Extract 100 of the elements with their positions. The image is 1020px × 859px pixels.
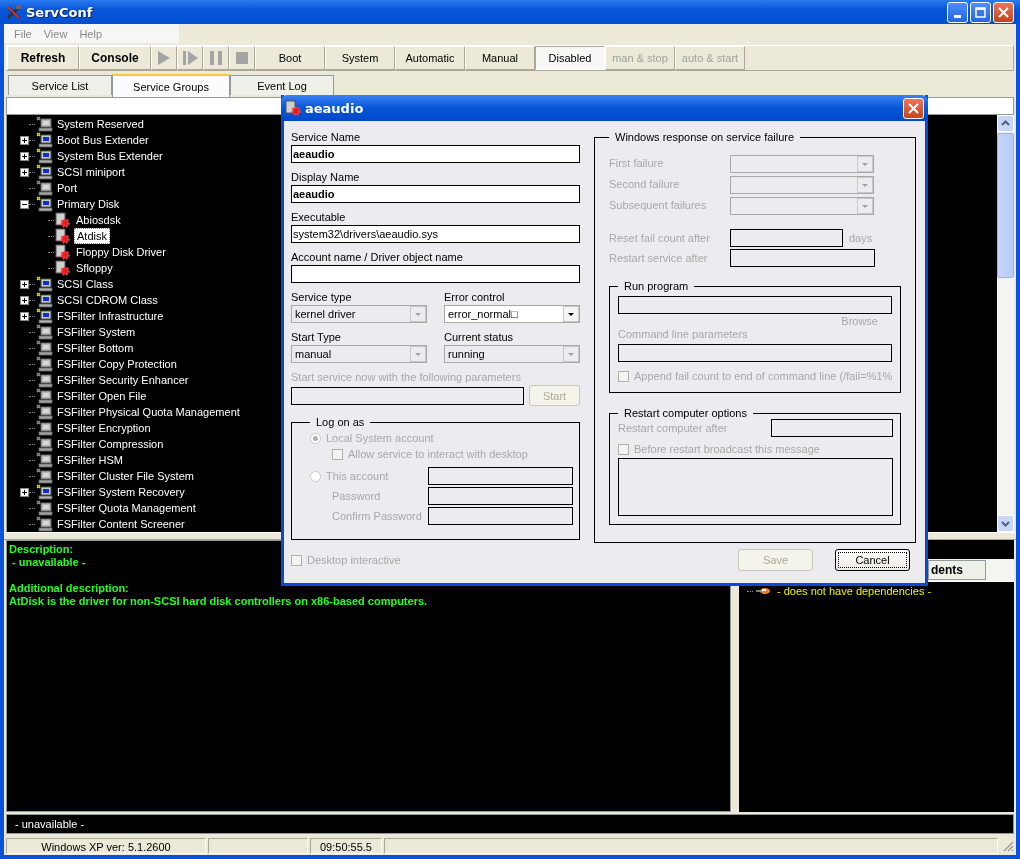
tab[interactable]: Event Log	[230, 75, 334, 95]
expand-icon[interactable]	[20, 279, 29, 289]
computer-icon	[35, 292, 53, 308]
text-field[interactable]: system32\drivers\aeaudio.sys	[291, 225, 580, 243]
computer-icon	[35, 356, 53, 372]
dependency-item: - does not have dependencies -	[777, 585, 932, 597]
close-button[interactable]	[903, 97, 924, 119]
tab[interactable]: Service Groups	[112, 74, 230, 97]
tree-item[interactable]: FSFilter HSM	[55, 453, 125, 467]
tree-item[interactable]: Atdisk	[74, 228, 110, 244]
computer-icon	[35, 132, 53, 148]
tree-item[interactable]: FSFilter Copy Protection	[55, 357, 179, 371]
tree-item[interactable]: Port	[55, 181, 80, 195]
checkbox-label: Before restart broadcast this message	[634, 443, 820, 455]
filter-button[interactable]: System	[325, 46, 395, 70]
expand-icon[interactable]	[20, 135, 29, 145]
tree-item[interactable]: Floppy Disk Driver	[74, 245, 168, 259]
field-label: First failure	[609, 156, 665, 171]
tab[interactable]: Service List	[8, 75, 112, 95]
text-field[interactable]	[428, 507, 573, 525]
close-button[interactable]	[993, 1, 1014, 23]
group-title: Windows response on service failure	[614, 131, 796, 143]
tree-item[interactable]: FSFilter Bottom	[55, 341, 136, 355]
tree-item[interactable]: FSFilter Cluster File System	[55, 469, 196, 483]
tree-item[interactable]: SCSI miniport	[55, 165, 127, 179]
tree-item[interactable]: FSFilter Content Screener	[55, 517, 187, 531]
radio-label: Local System account	[326, 432, 434, 444]
filter-button[interactable]: Manual	[465, 46, 535, 70]
computer-icon	[35, 340, 53, 356]
text-field[interactable]: aeaudio	[291, 145, 580, 163]
minimize-button[interactable]	[947, 1, 968, 23]
collapse-icon[interactable]	[20, 199, 29, 209]
tree-item[interactable]: Abiosdsk	[74, 213, 123, 227]
field-label: days	[849, 231, 873, 246]
computer-icon	[35, 452, 53, 468]
computer-icon	[35, 196, 53, 212]
field-label: Restart computer after	[618, 421, 728, 436]
tree-item[interactable]: System Reserved	[55, 117, 146, 131]
dependents-tab[interactable]: dents	[928, 560, 986, 580]
text-field[interactable]	[618, 296, 892, 314]
computer-icon	[35, 324, 53, 340]
filter-button[interactable]: Disabled	[535, 46, 605, 70]
tree-item[interactable]: FSFilter System Recovery	[55, 485, 187, 499]
pause-icon	[207, 49, 225, 67]
dialog-title: aeaudio	[305, 100, 364, 116]
tree-item[interactable]: FSFilter Encryption	[55, 421, 153, 435]
description-heading: Additional description:	[9, 582, 129, 595]
tree-item[interactable]: FSFilter Compression	[55, 437, 166, 451]
filter-button[interactable]: Automatic	[395, 46, 465, 70]
text-field[interactable]	[428, 487, 573, 505]
tree-item[interactable]: Boot Bus Extender	[55, 133, 151, 147]
tree-item[interactable]: FSFilter Physical Quota Management	[55, 405, 242, 419]
text-field[interactable]	[730, 249, 875, 267]
dropdown[interactable]: error_normal□	[444, 305, 580, 323]
expand-icon[interactable]	[20, 295, 29, 305]
scroll-thumb[interactable]	[997, 133, 1014, 278]
tree-item[interactable]: FSFilter Open File	[55, 389, 149, 403]
dialog-button[interactable]: Cancel	[835, 549, 910, 571]
maximize-button[interactable]	[970, 1, 991, 23]
computer-icon	[35, 180, 53, 196]
tree-item[interactable]: Primary Disk	[55, 197, 122, 211]
minimize-icon	[954, 14, 961, 18]
field-label: Command line parameters	[618, 328, 749, 340]
field-label: Second failure	[609, 177, 681, 192]
scrollbar[interactable]	[997, 115, 1014, 532]
toolbar-button[interactable]: Refresh	[7, 46, 79, 70]
expand-icon[interactable]	[20, 311, 29, 321]
scroll-down-icon[interactable]	[997, 515, 1014, 532]
tree-item[interactable]: FSFilter System	[55, 325, 138, 339]
tree-item[interactable]: SCSI CDROM Class	[55, 293, 160, 307]
computer-icon	[35, 276, 53, 292]
tree-item[interactable]: FSFilter Security Enhancer	[55, 373, 191, 387]
tree-item[interactable]: Sfloppy	[74, 261, 115, 275]
resize-grip-icon[interactable]	[1002, 840, 1014, 852]
text-field[interactable]: aeaudio	[291, 185, 580, 203]
text-field[interactable]	[771, 419, 893, 437]
text-field[interactable]	[730, 229, 843, 247]
expand-icon[interactable]	[20, 487, 29, 497]
gear-icon	[54, 212, 72, 228]
tree-item[interactable]: FSFilter Infrastructure	[55, 309, 166, 323]
field-label: Service type	[291, 290, 353, 305]
expand-icon[interactable]	[20, 151, 29, 161]
expand-icon[interactable]	[20, 167, 29, 177]
field-label: Current status	[444, 330, 515, 345]
computer-icon	[35, 468, 53, 484]
message-field[interactable]	[618, 458, 893, 516]
text-field[interactable]	[291, 265, 580, 283]
tree-item[interactable]: System Bus Extender	[55, 149, 165, 163]
scroll-up-icon[interactable]	[997, 115, 1014, 132]
field-label: Restart service after	[609, 251, 709, 266]
text-field[interactable]	[618, 344, 892, 362]
field-label: Display Name	[291, 170, 361, 185]
tree-item[interactable]: SCSI Class	[55, 277, 116, 291]
filter-button[interactable]: Boot	[255, 46, 325, 70]
toolbar-button[interactable]: Console	[79, 46, 151, 70]
text-field[interactable]	[291, 386, 524, 405]
text-field[interactable]	[428, 467, 573, 485]
service-icon	[755, 586, 771, 596]
window-title: ServConf	[26, 4, 93, 20]
tree-item[interactable]: FSFilter Quota Management	[55, 501, 198, 515]
